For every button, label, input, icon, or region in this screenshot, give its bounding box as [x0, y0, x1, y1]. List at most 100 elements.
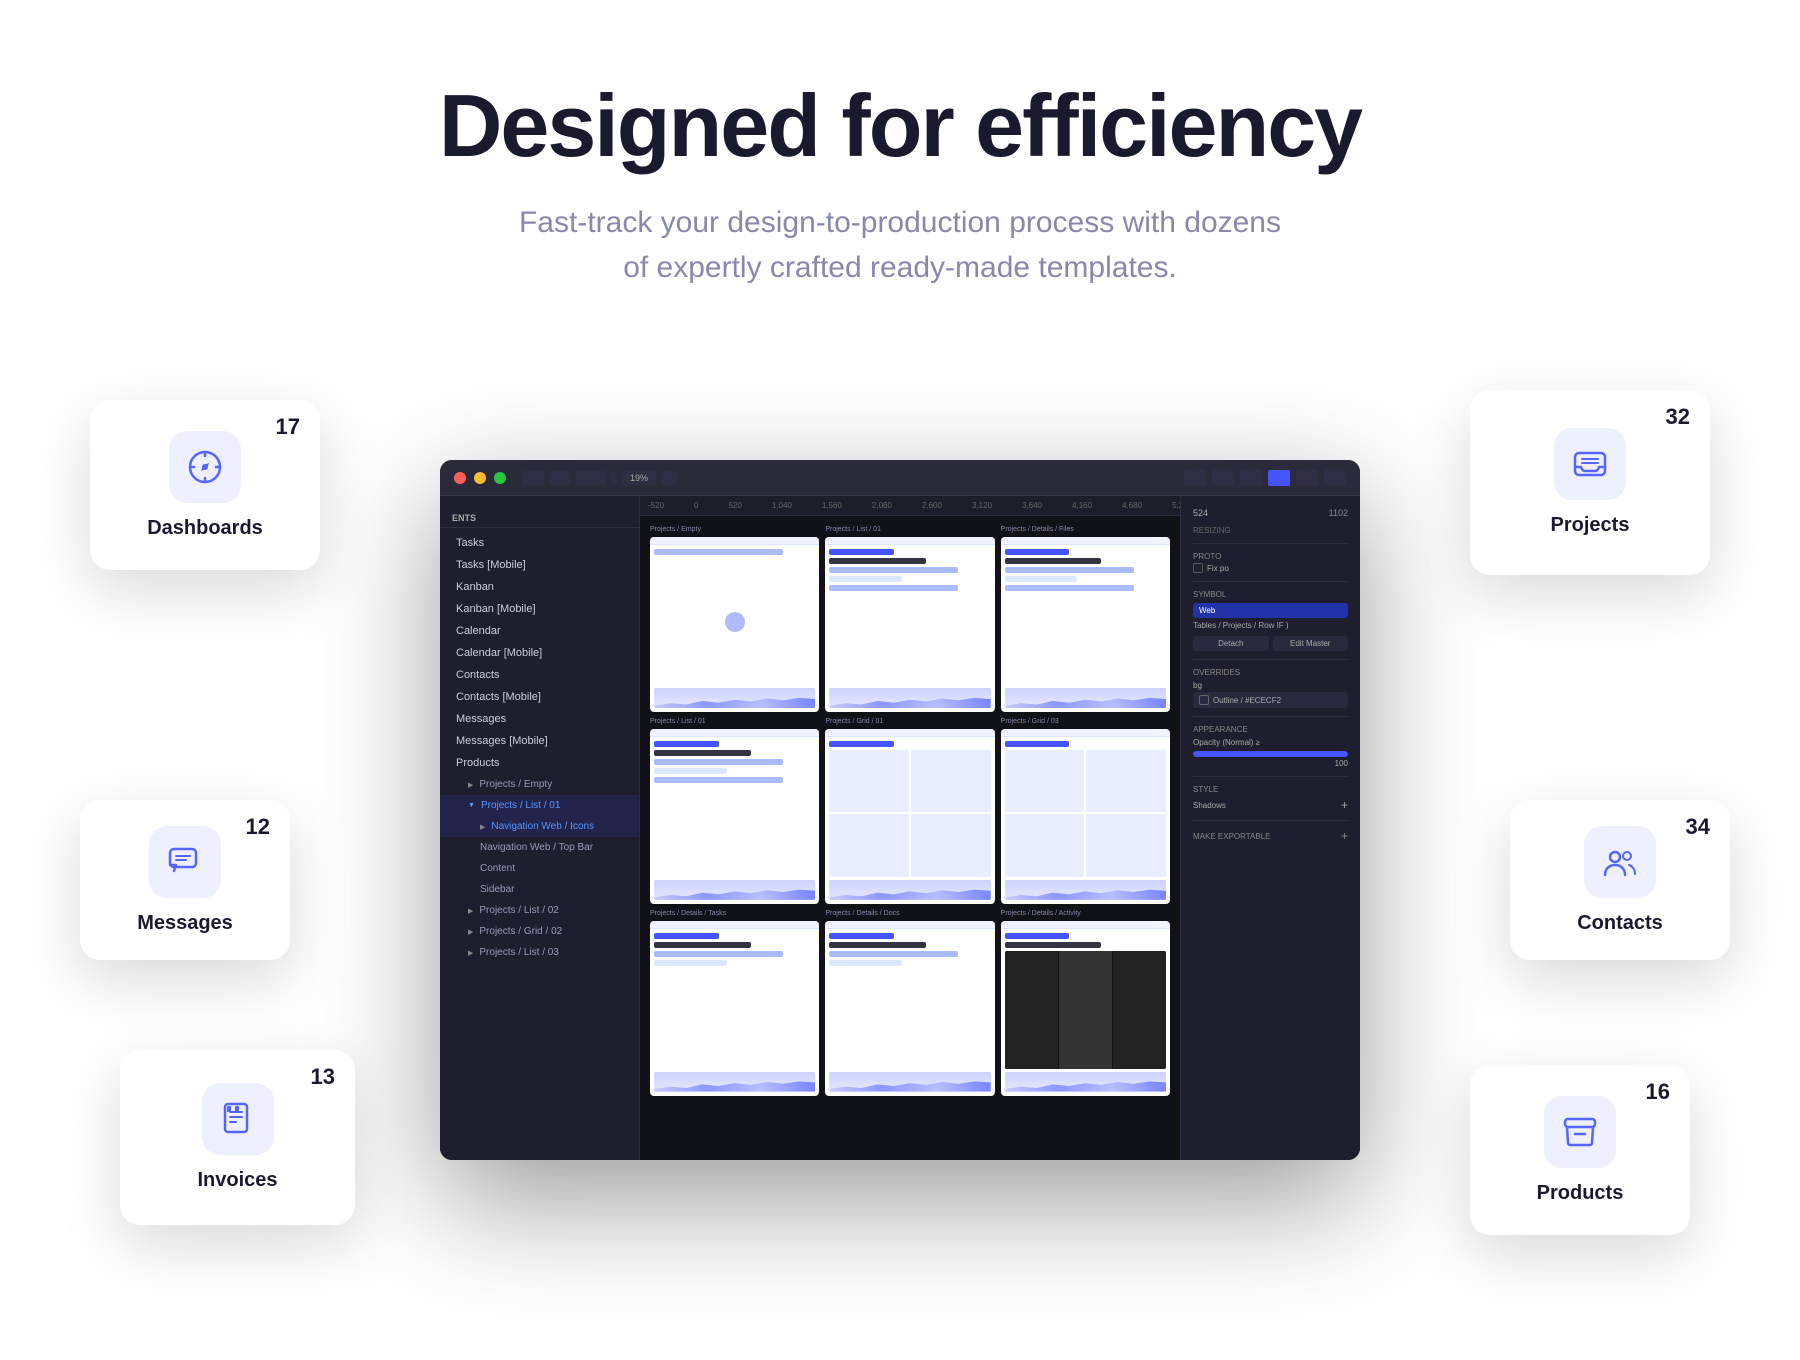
frame-empty [650, 537, 819, 712]
ruler-label-3120: 3,120 [972, 501, 992, 510]
contacts-label: Contacts [1577, 912, 1663, 935]
exportable-label: MAKE EXPORTABLE [1193, 832, 1271, 841]
expand-icon: ▶ [468, 781, 473, 789]
panel-divider-6 [1193, 820, 1348, 821]
add-shadow-button[interactable]: + [1341, 798, 1348, 812]
app-titlebar: 19% [440, 460, 1360, 496]
frame-details-files [1001, 537, 1170, 712]
card-messages[interactable]: 12 Messages [80, 800, 290, 960]
card-products[interactable]: 16 Products [1470, 1065, 1690, 1235]
sidebar-projects-empty[interactable]: ▶ Projects / Empty [440, 774, 639, 795]
projects-count: 32 [1666, 404, 1690, 430]
sidebar-products[interactable]: Products [440, 752, 639, 774]
detach-button[interactable]: Detach [1193, 636, 1269, 651]
app-sidebar: ENTS Tasks Tasks [Mobile] Kanban Kanban … [440, 496, 640, 1160]
invoices-count: 13 [311, 1064, 335, 1090]
titlebar-close [454, 472, 466, 484]
panel-divider-5 [1193, 776, 1348, 777]
shadows-label: Shadows [1193, 801, 1226, 810]
card-dashboards[interactable]: 17 Dashboards [90, 400, 320, 570]
projects-label: Projects [1551, 514, 1630, 537]
invoices-label: Invoices [197, 1169, 277, 1192]
symbol-label: SYMBOL [1193, 590, 1348, 599]
products-icon-wrap [1544, 1096, 1616, 1168]
dashboards-label: Dashboards [147, 517, 263, 540]
invoice-icon [219, 1100, 257, 1138]
horizontal-ruler: -520 0 520 1,040 1,560 2,080 2,600 3,120… [640, 496, 1180, 516]
page-wrapper: Designed for efficiency Fast-track your … [0, 0, 1800, 1360]
expand-icon-2: ▼ [468, 802, 475, 809]
products-label: Products [1537, 1182, 1624, 1205]
sidebar-tasks-mobile[interactable]: Tasks [Mobile] [440, 554, 639, 576]
sidebar-messages-mobile[interactable]: Messages [Mobile] [440, 730, 639, 752]
add-export-button[interactable]: + [1341, 829, 1348, 843]
projects-icon-wrap [1554, 428, 1626, 500]
panel-divider-4 [1193, 716, 1348, 717]
sidebar-kanban[interactable]: Kanban [440, 576, 639, 598]
messages-count: 12 [246, 814, 270, 840]
sidebar-messages[interactable]: Messages [440, 708, 639, 730]
panel-divider-3 [1193, 659, 1348, 660]
card-invoices[interactable]: 13 Invoices [120, 1050, 355, 1225]
sidebar-tasks[interactable]: Tasks [440, 532, 639, 554]
panel-divider-2 [1193, 581, 1348, 582]
archive-icon [1561, 1113, 1599, 1151]
frame-details-activity [1001, 921, 1170, 1096]
titlebar-minimize [474, 472, 486, 484]
sidebar-sidebar[interactable]: Sidebar [440, 879, 639, 900]
sidebar-calendar-mobile[interactable]: Calendar [Mobile] [440, 642, 639, 664]
frame-grid-03 [1001, 729, 1170, 904]
dashboards-count: 17 [276, 414, 300, 440]
ruler-label-2600: 2,600 [922, 501, 942, 510]
compass-icon [186, 448, 224, 486]
canvas-area: Projects / Empty Projects / List / 01 Pr… [640, 516, 1180, 1160]
sidebar-calendar[interactable]: Calendar [440, 620, 639, 642]
sidebar-projects-grid-01[interactable]: ▶ Navigation Web / Icons [440, 816, 639, 837]
panel-divider-1 [1193, 543, 1348, 544]
app-canvas: -520 0 520 1,040 1,560 2,080 2,600 3,120… [640, 496, 1180, 1160]
sidebar-projects-grid-02[interactable]: ▶ Projects / Grid / 02 [440, 921, 639, 942]
overrides-label: Overrides [1193, 668, 1348, 677]
ruler-label-520: 520 [728, 501, 741, 510]
content-area: 17 Dashboards 12 [50, 370, 1750, 1250]
messages-label: Messages [137, 912, 233, 935]
frame-details-docs [825, 921, 994, 1096]
ruler-label: -520 [648, 501, 664, 510]
frame-list-01 [825, 537, 994, 712]
card-projects[interactable]: 32 Projects [1470, 390, 1710, 575]
edit-master-button[interactable]: Edit Master [1273, 636, 1349, 651]
users-icon [1601, 843, 1639, 881]
sidebar-projects-list-02[interactable]: ▶ Projects / List / 02 [440, 900, 639, 921]
style-label: STYLE [1193, 785, 1348, 794]
sidebar-contacts[interactable]: Contacts [440, 664, 639, 686]
chat-icon [166, 843, 204, 881]
ruler-label-3640: 3,640 [1022, 501, 1042, 510]
sidebar-nav-web-topbar[interactable]: Navigation Web / Top Bar [440, 837, 639, 858]
opacity-bar[interactable] [1193, 751, 1348, 757]
app-right-panel: 524 1102 RESIZING PROTO Fix po SYMBOL We… [1180, 496, 1360, 1160]
frame-grid-01 [825, 729, 994, 904]
messages-icon-wrap [149, 826, 221, 898]
sidebar-content[interactable]: Content [440, 858, 639, 879]
ruler-label-0: 0 [694, 501, 698, 510]
ruler-label-4680: 4,680 [1122, 501, 1142, 510]
sidebar-kanban-mobile[interactable]: Kanban [Mobile] [440, 598, 639, 620]
hero-title: Designed for efficiency [439, 80, 1361, 172]
titlebar-controls [1184, 470, 1346, 486]
sidebar-projects-list-01[interactable]: ▼ Projects / List / 01 [440, 795, 639, 816]
contacts-count: 34 [1686, 814, 1710, 840]
appearance-label: APPEARANCE [1193, 725, 1348, 734]
card-contacts[interactable]: 34 Contacts [1510, 800, 1730, 960]
frame-details-tasks [650, 921, 819, 1096]
contacts-icon-wrap [1584, 826, 1656, 898]
hero-subtitle: Fast-track your design-to-production pro… [510, 200, 1290, 290]
products-count: 16 [1646, 1079, 1670, 1105]
inbox-icon [1571, 445, 1609, 483]
ruler-label-5200: 5,200 [1172, 501, 1180, 510]
invoices-icon-wrap [202, 1083, 274, 1155]
sidebar-projects-list-03[interactable]: ▶ Projects / List / 03 [440, 942, 639, 963]
frame-list-01b [650, 729, 819, 904]
expand-icon-4: ▶ [468, 907, 473, 915]
sidebar-contacts-mobile[interactable]: Contacts [Mobile] [440, 686, 639, 708]
titlebar-maximize [494, 472, 506, 484]
